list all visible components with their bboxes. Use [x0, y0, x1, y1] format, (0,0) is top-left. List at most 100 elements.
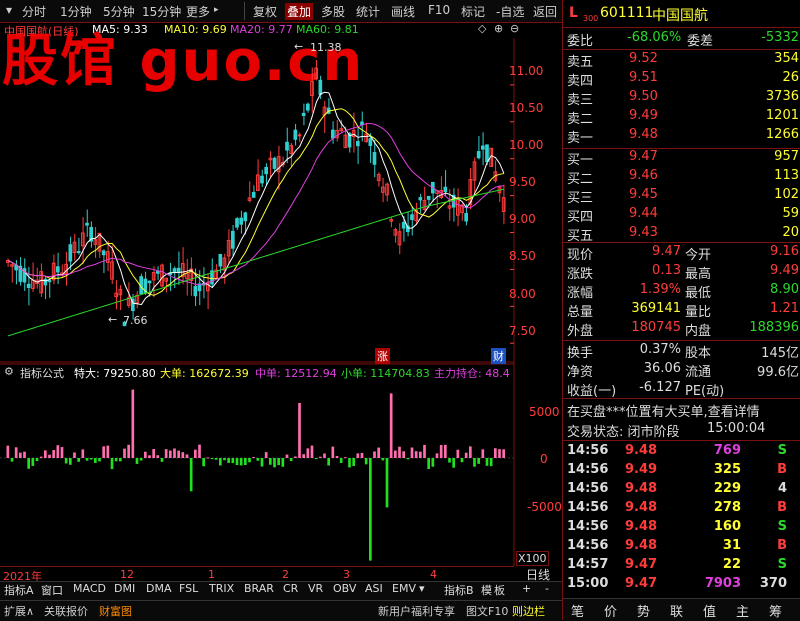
indicator-zhong: 中单: 12512.94	[255, 367, 337, 380]
kline-chart-area[interactable]	[0, 38, 562, 582]
sidebar-button[interactable]: 则边栏	[512, 603, 545, 619]
limit-up-badge[interactable]: 涨	[375, 348, 390, 364]
add-watchlist-button[interactable]: -自选	[496, 3, 524, 20]
indicator-bar	[169, 450, 172, 458]
mark-button[interactable]: 标记	[461, 3, 485, 20]
candle-body	[297, 134, 302, 137]
wealth-chart-button[interactable]: 财富图	[99, 603, 132, 619]
tab-indicator-b[interactable]: 指标B	[444, 582, 474, 599]
indicator-bar	[39, 456, 43, 458]
right-tab[interactable]: 联	[670, 601, 683, 620]
tab-brar[interactable]: BRAR	[244, 582, 274, 599]
tab-cr[interactable]: CR	[283, 582, 298, 599]
back-button[interactable]: 返回	[533, 3, 557, 20]
related-quote-button[interactable]: 关联报价	[44, 603, 88, 619]
tick-price: 9.48	[625, 500, 658, 515]
ask-row[interactable]: 卖五 9.52 354	[567, 51, 799, 70]
right-tab[interactable]: 值	[703, 601, 716, 620]
notice-row[interactable]: 在买盘***位置有大买单,查看详情	[567, 401, 799, 420]
stat-label: 净资	[567, 365, 594, 380]
stat-value: 99.6亿	[757, 365, 799, 380]
indicator-bar	[310, 445, 314, 458]
tab-emv[interactable]: EMV	[392, 582, 416, 599]
trade-status-time: 15:00:04	[707, 421, 766, 436]
stat-value: 180745	[631, 320, 681, 335]
tab-fsl[interactable]: FSL	[179, 582, 198, 599]
big-order-notice[interactable]: 在买盘***位置有大买单,查看详情	[567, 401, 760, 420]
remove-pane-button[interactable]: -	[545, 582, 549, 599]
expand-button[interactable]: 扩展∧	[4, 603, 34, 619]
tick-time: 14:57	[567, 557, 609, 572]
low-price-label: 7.66	[123, 314, 148, 327]
right-tab[interactable]: 筹	[769, 601, 782, 620]
indicator-bar	[394, 450, 397, 458]
tick-row: 14:56 9.48 769 S	[567, 443, 799, 462]
ask-level: 卖四	[567, 74, 594, 89]
indicator-name[interactable]: 指标公式	[20, 365, 64, 380]
indicator-bar	[177, 450, 180, 458]
stat-value: 36.06	[643, 361, 681, 376]
tick-direction: B	[777, 500, 787, 515]
weibi-row: 委比 -68.06% 委差 -5332	[567, 30, 799, 49]
tick-volume: 325	[713, 462, 741, 477]
indicator-zhuli: 主力持仓: 48.4	[434, 367, 510, 380]
candle-body	[443, 186, 448, 193]
tab-macd[interactable]: MACD	[73, 582, 106, 599]
bid-row[interactable]: 买四 9.44 59	[567, 206, 799, 225]
tab-dmi[interactable]: DMI	[114, 582, 135, 599]
indicator-bar	[498, 449, 501, 458]
right-tab[interactable]: 笔	[571, 601, 584, 620]
more-arrow-icon[interactable]: ▸	[214, 5, 219, 15]
weibi-value: -68.06%	[627, 30, 682, 45]
f10-button[interactable]: F10	[428, 3, 450, 17]
tab-window[interactable]: 窗口	[41, 582, 63, 599]
tab-vr[interactable]: VR	[308, 582, 323, 599]
add-pane-button[interactable]: +	[522, 582, 531, 599]
indicator-bar	[323, 453, 326, 458]
indicator-bar	[227, 458, 230, 463]
tab-asi[interactable]: ASI	[365, 582, 383, 599]
tab-template[interactable]: 模	[481, 582, 492, 599]
finance-badge[interactable]: 财	[491, 348, 506, 364]
indicator-bar	[194, 449, 197, 458]
gear-icon[interactable]: ⚙	[4, 365, 14, 378]
draw-line-button[interactable]: 画线	[391, 3, 415, 20]
stat-value: 9.16	[770, 244, 799, 259]
bid-price: 9.43	[629, 225, 658, 240]
graphic-f10-button[interactable]: 图文F10	[466, 603, 508, 619]
new-user-promo[interactable]: 新用户福利专享	[378, 603, 455, 619]
tab-board[interactable]: 板	[494, 582, 505, 599]
tab-dma[interactable]: DMA	[146, 582, 172, 599]
indicator-bar	[327, 458, 330, 466]
indicator-bar	[306, 448, 310, 458]
ask-row[interactable]: 卖二 9.49 1201	[567, 108, 799, 127]
tab-trix[interactable]: TRIX	[209, 582, 234, 599]
stat-row: 总量 369141 量比 1.21	[567, 301, 799, 320]
stat-label: 涨幅	[567, 286, 594, 301]
bid-row[interactable]: 买一 9.47 957	[567, 149, 799, 168]
scale-label: X100	[516, 551, 549, 566]
right-tab[interactable]: 主	[736, 601, 749, 620]
candle-body	[372, 152, 377, 165]
diamond-icon[interactable]: ◇	[478, 22, 486, 35]
stat-label: 现价	[567, 248, 594, 263]
tab-indicator-a[interactable]: 指标A	[4, 582, 34, 599]
ask-row[interactable]: 卖三 9.50 3736	[567, 89, 799, 108]
tab-obv[interactable]: OBV	[333, 582, 356, 599]
bid-row[interactable]: 买二 9.46 113	[567, 168, 799, 187]
right-tab[interactable]: 价	[604, 601, 617, 620]
ask-row[interactable]: 卖一 9.48 1266	[567, 127, 799, 146]
stat-value: 1.21	[770, 301, 799, 316]
tick-time: 14:56	[567, 481, 609, 496]
zoom-in-icon[interactable]: ⊕	[494, 22, 503, 35]
bid-row[interactable]: 买五 9.43 20	[567, 225, 799, 244]
ask-row[interactable]: 卖四 9.51 26	[567, 70, 799, 89]
more-tabs-icon[interactable]: ▾	[419, 582, 425, 599]
right-tab[interactable]: 势	[637, 601, 650, 620]
indicator-bar	[419, 451, 422, 458]
indicator-bar	[23, 451, 26, 458]
dropdown-arrow-icon[interactable]: ▾	[6, 3, 12, 17]
zoom-out-icon[interactable]: ⊖	[510, 22, 519, 35]
bid-row[interactable]: 买三 9.45 102	[567, 187, 799, 206]
stat-label: 内盘	[685, 324, 712, 339]
